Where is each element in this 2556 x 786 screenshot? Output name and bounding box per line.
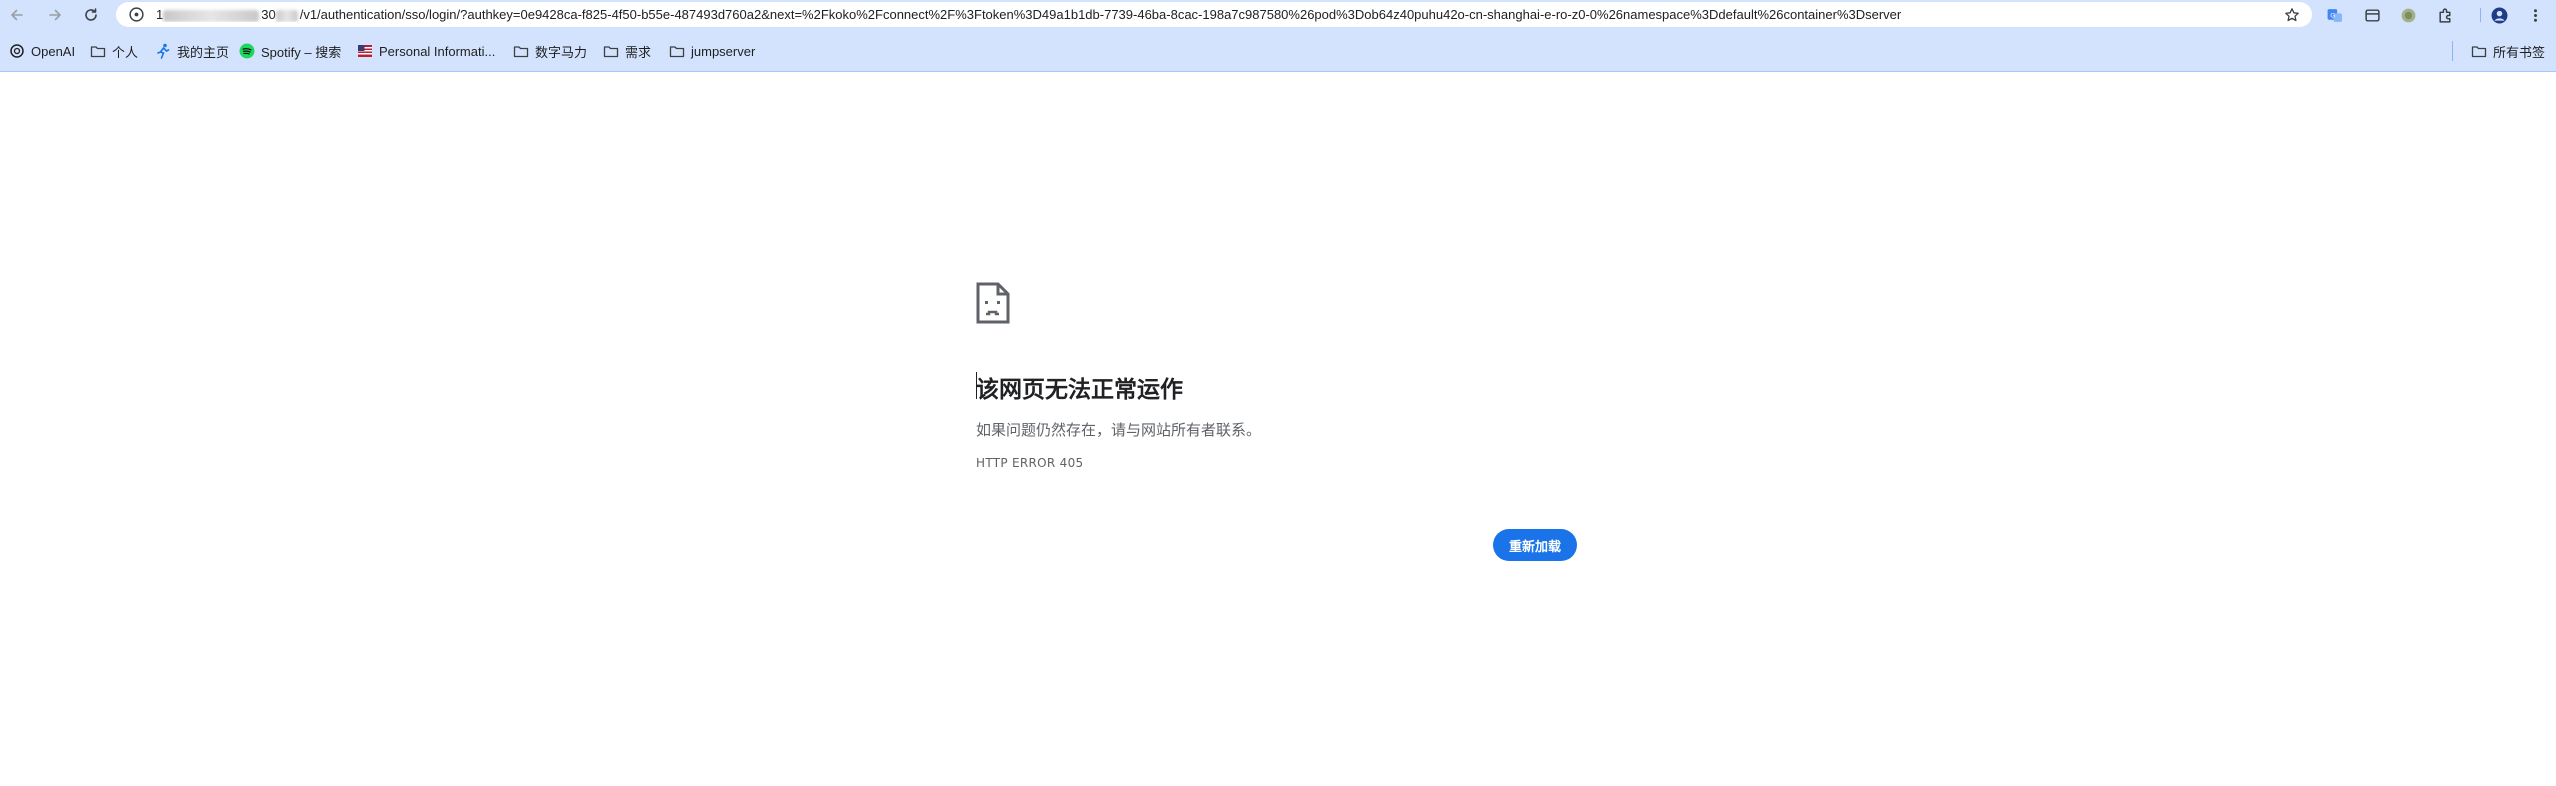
url-host-suffix: 30 [261,7,276,22]
forward-arrow-icon [49,9,61,21]
error-title: 该网页无法正常运作 [976,377,1183,403]
url-host-prefix: 1 [156,7,164,22]
error-message: 如果问题仍然存在，请与网站所有者联系。 [976,421,1262,439]
bookmark-label: 个人 [112,44,139,60]
bookmark-personal-information[interactable]: Personal Informati... [357,41,495,61]
sad-page-icon [976,282,1010,324]
bookmark-folder-jumpserver[interactable]: jumpserver [669,41,755,61]
bookmark-folder-requirements[interactable]: 需求 [603,41,651,61]
bookmark-spotify[interactable]: Spotify – 搜索 [239,41,341,61]
folder-icon [603,43,619,59]
back-arrow-icon [11,9,23,21]
bookmarks-bar: OpenAI 个人 我的主页 Spotify – 搜索 Personal Inf… [0,30,2556,72]
address-bar[interactable]: 1 30/v1/authentication/sso/login/?authkey… [116,2,2312,27]
url-path: /v1/authentication/sso/login/?authkey=0e… [299,7,1902,22]
bookmark-label: 我的主页 [177,44,230,60]
bookmark-folder-shuzimali[interactable]: 数字马力 [513,41,587,61]
bookmark-label: 数字马力 [535,44,588,60]
openai-icon [9,43,25,59]
bookmark-homepage[interactable]: 我的主页 [155,41,229,61]
flag-icon [357,43,373,59]
menu-more-icon[interactable] [2525,5,2545,25]
tab-extension-icon[interactable] [2362,5,2382,25]
folder-icon [2471,43,2487,59]
url-text[interactable]: 1 30/v1/authentication/sso/login/?authkey… [156,7,2272,22]
bookmark-label: 需求 [625,44,652,60]
bookmark-star-icon[interactable] [2283,6,2300,23]
svg-text:G: G [2330,11,2335,19]
bookmark-label: OpenAI [31,43,76,59]
bookmark-folder-personal[interactable]: 个人 [90,41,138,61]
refresh-icon [85,8,97,21]
folder-icon [513,43,529,59]
bookmarks-divider [2452,41,2453,61]
toolbar-divider [2480,8,2481,22]
bookmark-label: Personal Informati... [379,43,496,59]
bookmark-label: Spotify – 搜索 [261,44,342,60]
forward-button[interactable] [43,3,67,27]
profile-avatar-icon[interactable] [2489,5,2509,25]
extensions-puzzle-icon[interactable] [2435,5,2455,25]
folder-icon [90,43,106,59]
bookmark-label: jumpserver [691,43,756,59]
translate-extension-icon[interactable]: G [2324,5,2344,25]
reload-page-button[interactable] [79,3,103,27]
back-button[interactable] [5,3,29,27]
all-bookmarks-label: 所有书签 [2493,44,2546,60]
error-code: HTTP ERROR 405 [976,456,1084,470]
all-bookmarks-button[interactable]: 所有书签 [2471,41,2545,61]
folder-icon [669,43,685,59]
status-extension-icon[interactable] [2398,5,2418,25]
browser-toolbar: 1 30/v1/authentication/sso/login/?authkey… [0,0,2556,30]
redacted-port [275,9,298,22]
site-info-icon[interactable] [128,6,145,23]
reload-button[interactable]: 重新加载 [1493,529,1577,561]
redacted-host [163,9,260,22]
bookmark-openai[interactable]: OpenAI [9,41,75,61]
spotify-icon [239,43,255,59]
runner-icon [155,43,171,59]
